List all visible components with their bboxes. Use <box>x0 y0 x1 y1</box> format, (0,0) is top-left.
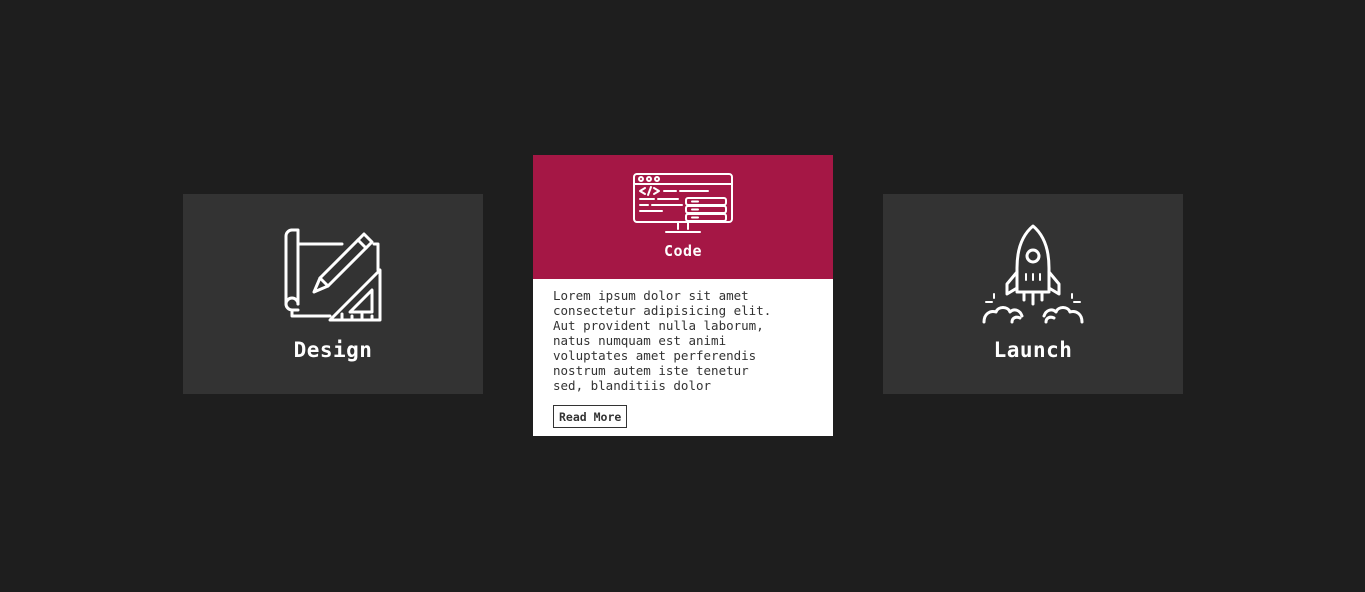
card-title-launch: Launch <box>993 338 1073 362</box>
code-monitor-icon <box>632 172 734 236</box>
blueprint-pencil-icon <box>282 222 384 324</box>
read-more-button[interactable]: Read More <box>553 405 628 428</box>
card-title-code: Code <box>663 242 703 260</box>
card-launch[interactable]: Launch <box>883 194 1183 394</box>
card-description: Lorem ipsum dolor sit amet consectetur a… <box>553 288 772 393</box>
card-body-code: Lorem ipsum dolor sit amet consectetur a… <box>533 279 833 428</box>
card-header-code: Code <box>533 155 833 279</box>
card-title-design: Design <box>293 338 373 362</box>
card-design[interactable]: Design <box>183 194 483 394</box>
services-section: Design Code Lorem ipsum dolor sit amet c… <box>0 0 1365 592</box>
rocket-launch-icon <box>982 222 1084 324</box>
card-code[interactable]: Code Lorem ipsum dolor sit amet consecte… <box>533 155 833 436</box>
